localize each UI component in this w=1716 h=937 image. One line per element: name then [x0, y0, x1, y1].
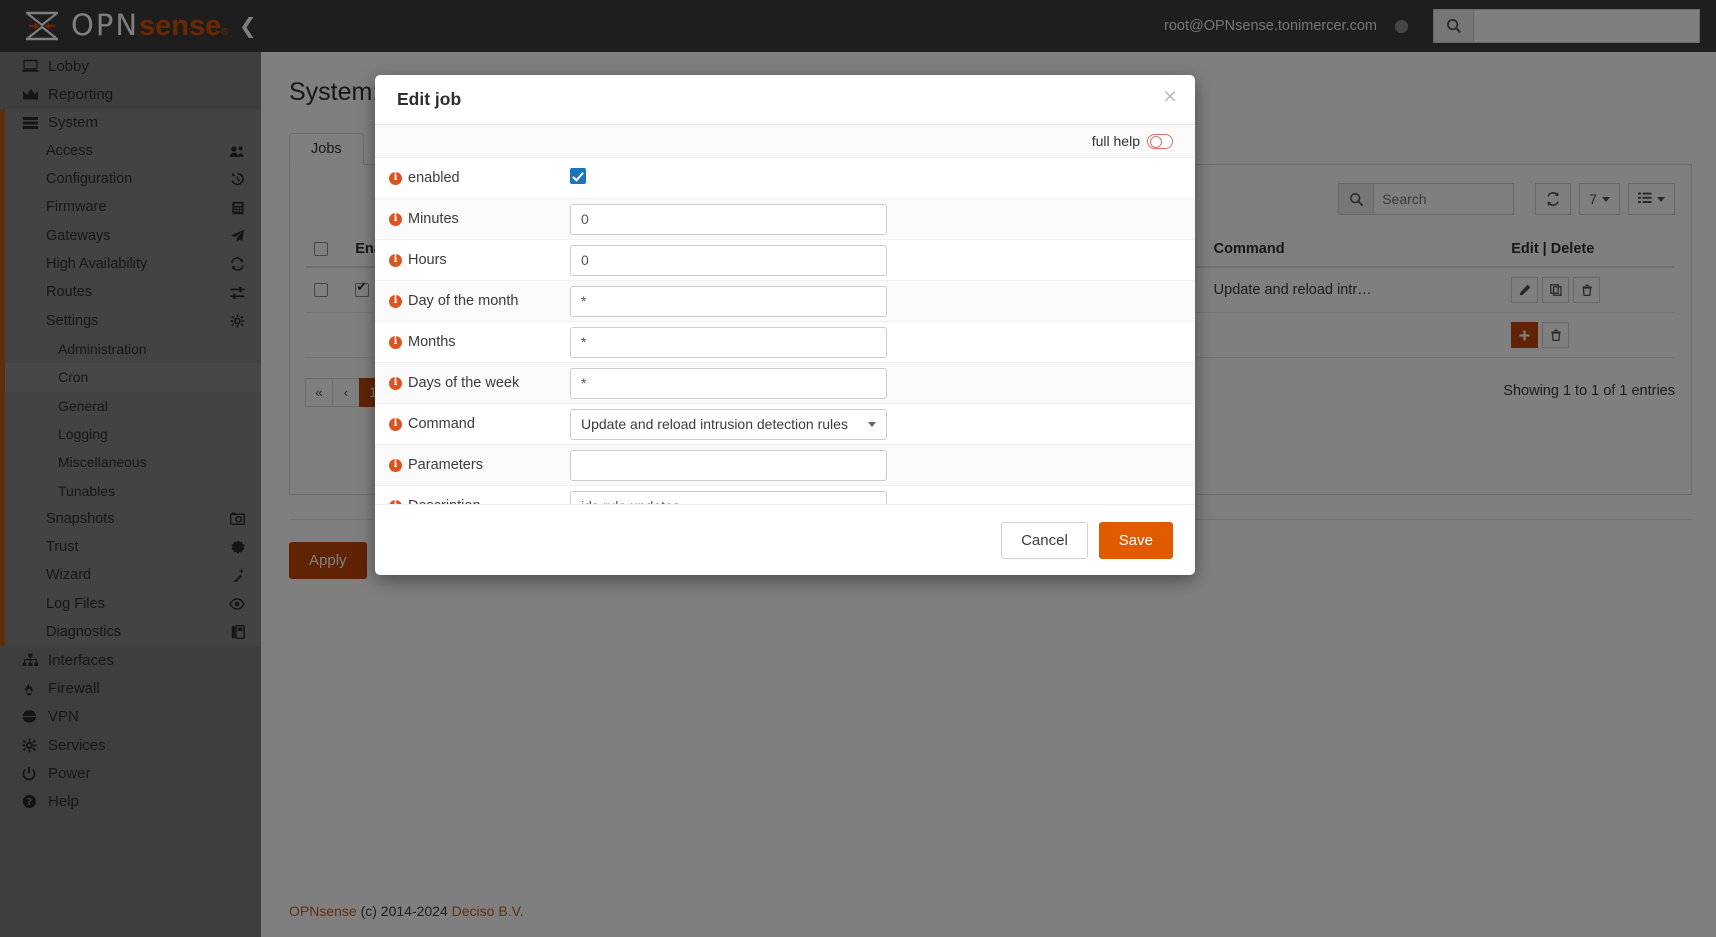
field-label-text: Minutes — [408, 211, 459, 227]
full-help-row: full help — [375, 125, 1195, 158]
field-control-enabled — [570, 168, 1195, 188]
months-input[interactable] — [570, 326, 887, 358]
info-icon[interactable]: i — [389, 458, 402, 472]
info-icon[interactable]: i — [389, 212, 402, 226]
close-icon[interactable]: × — [1162, 87, 1178, 106]
info-icon[interactable]: i — [389, 335, 402, 349]
field-row-parameters: i Parameters — [375, 445, 1195, 486]
edit-job-modal: Edit job × full help i enabled i Minutes — [375, 75, 1195, 575]
field-label-text: Command — [408, 416, 475, 432]
field-label-parameters: i Parameters — [375, 457, 570, 473]
minutes-input[interactable] — [570, 203, 887, 235]
field-label-hours: i Hours — [375, 252, 570, 268]
day-of-month-input[interactable] — [570, 285, 887, 317]
info-icon[interactable]: i — [389, 417, 402, 431]
modal-header: Edit job × — [375, 75, 1195, 125]
info-icon[interactable]: i — [389, 294, 402, 308]
field-control-parameters — [570, 449, 1195, 481]
field-label-day-of-the-month: i Day of the month — [375, 293, 570, 309]
field-label-text: enabled — [408, 170, 460, 186]
field-label-text: Months — [408, 334, 456, 350]
field-row-hours: i Hours — [375, 240, 1195, 281]
field-row-description: i Description — [375, 486, 1195, 504]
save-button[interactable]: Save — [1098, 521, 1173, 559]
field-label-text: Hours — [408, 252, 447, 268]
enabled-checkbox[interactable] — [570, 168, 586, 184]
field-label-days-of-the-week: i Days of the week — [375, 375, 570, 391]
field-label-minutes: i Minutes — [375, 211, 570, 227]
info-icon[interactable]: i — [389, 376, 402, 390]
cancel-button[interactable]: Cancel — [1001, 521, 1088, 559]
field-row-enabled: i enabled — [375, 158, 1195, 199]
chevron-down-icon — [868, 421, 876, 427]
info-icon[interactable]: i — [389, 171, 402, 185]
field-label-months: i Months — [375, 334, 570, 350]
field-label-text: Parameters — [408, 457, 483, 473]
field-row-months: i Months — [375, 322, 1195, 363]
field-control-description — [570, 490, 1195, 504]
field-control-minutes — [570, 203, 1195, 235]
field-control-months — [570, 326, 1195, 358]
field-label-text: Days of the week — [408, 375, 520, 391]
field-row-days-of-the-week: i Days of the week — [375, 363, 1195, 404]
modal-title: Edit job — [397, 89, 462, 109]
field-row-day-of-the-month: i Day of the month — [375, 281, 1195, 322]
parameters-input[interactable] — [570, 449, 887, 481]
modal-body: i enabled i Minutes i Hours — [375, 158, 1195, 504]
full-help-label: full help — [1091, 133, 1140, 149]
field-row-minutes: i Minutes — [375, 199, 1195, 240]
field-control-day-of-the-month — [570, 285, 1195, 317]
field-label-text: Day of the month — [408, 293, 519, 309]
modal-footer: Cancel Save — [375, 504, 1195, 575]
command-select-value: Update and reload intrusion detection ru… — [581, 416, 848, 432]
command-select[interactable]: Update and reload intrusion detection ru… — [570, 408, 887, 440]
info-icon[interactable]: i — [389, 253, 402, 267]
description-input[interactable] — [570, 490, 887, 504]
field-label-enabled: i enabled — [375, 170, 570, 186]
field-label-command: i Command — [375, 416, 570, 432]
hours-input[interactable] — [570, 244, 887, 276]
field-control-hours — [570, 244, 1195, 276]
full-help-toggle[interactable] — [1147, 133, 1173, 149]
field-control-days-of-the-week — [570, 367, 1195, 399]
field-row-command: i Command Update and reload intrusion de… — [375, 404, 1195, 445]
days-of-week-input[interactable] — [570, 367, 887, 399]
field-control-command: Update and reload intrusion detection ru… — [570, 408, 1195, 440]
